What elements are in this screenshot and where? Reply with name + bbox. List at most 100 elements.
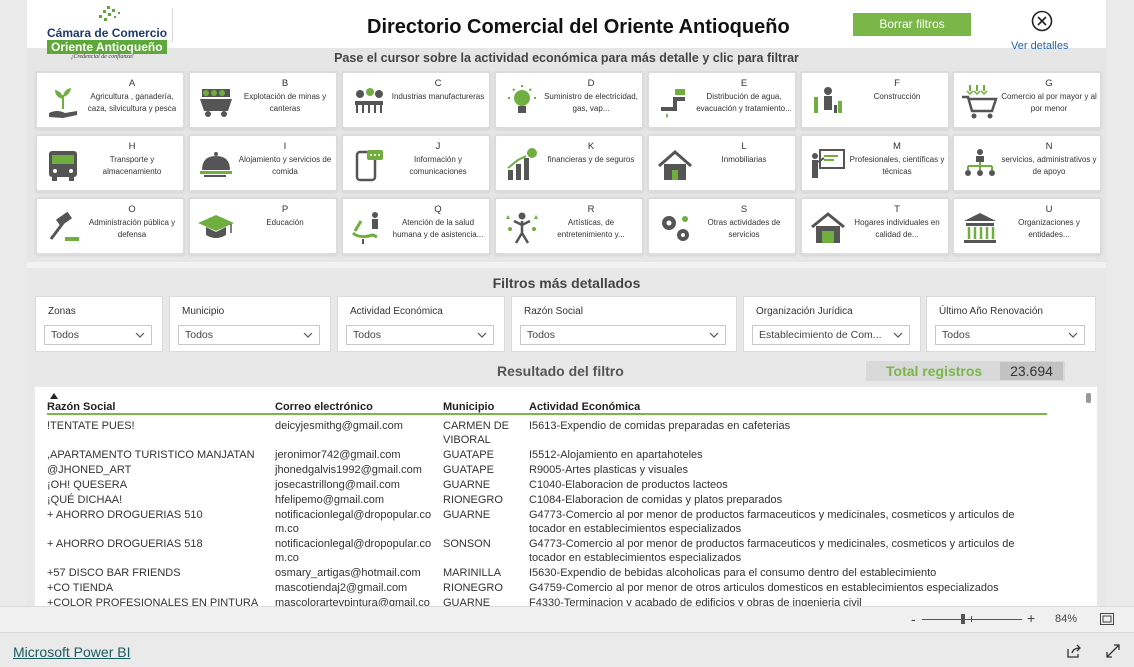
table-row[interactable]: + AHORRO DROGUERIAS 510 notificacionlegal… <box>47 507 1047 536</box>
table-row[interactable]: +57 DISCO BAR FRIENDS osmary_artigas@hotm… <box>47 565 1047 580</box>
cell-correo: notificacionlegal@dropopular.com.co <box>275 538 432 564</box>
plant-hand-icon <box>49 88 77 118</box>
activity-tile-m[interactable]: M Profesionales, científicas y técnicas <box>800 134 950 192</box>
activity-name: Distribución de agua, evacuación y trata… <box>696 92 792 113</box>
filter-organizacion: Organización Jurídica Establecimiento de… <box>743 296 921 352</box>
artist-figure-icon <box>506 212 538 244</box>
activity-tile-k[interactable]: Kfinancieras y de seguros <box>494 134 644 192</box>
activity-tile-f[interactable]: F Construcción <box>800 71 950 129</box>
activity-tile-s[interactable]: S Otras actividades de servicios <box>647 197 797 255</box>
cell-actividad: I5630-Expendio de bebidas alcoholicas pa… <box>529 567 937 579</box>
table-header: Razón Social Correo electrónico Municipi… <box>47 393 1047 415</box>
filter-label: Municipio <box>182 306 225 317</box>
table-row[interactable]: ,APARTAMENTO TURISTICO MANJATAN jeronimor… <box>47 447 1047 462</box>
zoom-slider-tick <box>971 616 972 622</box>
activity-letter: K <box>587 141 595 152</box>
share-icon[interactable] <box>1066 643 1082 659</box>
fullscreen-icon[interactable] <box>1105 643 1121 659</box>
activity-instructions: Pase el cursor sobre la actividad económ… <box>334 51 799 65</box>
activity-tile-h[interactable]: H Transporte y almacenamiento <box>35 134 185 192</box>
table-row[interactable]: @JHONED_ART jhonedgalvis1992@gmail.com GUA… <box>47 462 1047 477</box>
activity-tile-d[interactable]: D Suministro de electricidad, gas, vap... <box>494 71 644 129</box>
filter-renovacion: Último Año Renovación Todos <box>926 296 1096 352</box>
cell-actividad: G4773-Comercio al por menor de productos… <box>529 509 1015 535</box>
cell-razon-social: +CO TIENDA <box>47 582 114 594</box>
activity-tile-c[interactable]: C Industrias manufactureras <box>341 71 491 129</box>
filter-dropdown-razon-social[interactable]: Todos <box>520 325 726 345</box>
activity-tile-j[interactable]: J Información y comunicaciones <box>341 134 491 192</box>
activity-tile-t[interactable]: T Hogares individuales en calidad de... <box>800 197 950 255</box>
close-icon[interactable] <box>1031 10 1053 32</box>
presentation-icon <box>812 149 845 178</box>
column-header-municipio[interactable]: Municipio <box>443 401 523 413</box>
food-cloche-icon <box>200 152 232 177</box>
total-records-value: 23.694 <box>1000 362 1063 380</box>
table-row[interactable]: +COLOR PROFESIONALES EN PINTURA mascolora… <box>47 595 1047 606</box>
activity-tile-u[interactable]: U Organizaciones y entidades... <box>952 197 1102 255</box>
column-header-razon-social[interactable]: Razón Social <box>47 401 272 413</box>
activity-tile-a[interactable]: A Agricultura , ganadería, caza, silvicul… <box>35 71 185 129</box>
activity-tile-l[interactable]: L Inmobiliarias <box>647 134 797 192</box>
cell-razon-social: ¡QUÉ DICHAA! <box>47 494 123 506</box>
powerbi-embed: Cámara de Comercio Oriente Antioqueño ¡C… <box>0 0 1134 667</box>
column-header-correo[interactable]: Correo electrónico <box>275 401 437 413</box>
activity-tile-p[interactable]: P Educación <box>188 197 338 255</box>
powerbi-link[interactable]: Microsoft Power BI <box>13 644 130 660</box>
activity-tile-o[interactable]: O Administración pública y defensa <box>35 197 185 255</box>
filter-dropdown-zonas[interactable]: Todos <box>44 325 152 345</box>
water-tap-icon <box>661 89 685 118</box>
cell-razon-social: +57 DISCO BAR FRIENDS <box>47 567 181 579</box>
zoom-slider[interactable] <box>922 619 1022 620</box>
house-icon <box>658 150 692 180</box>
sort-ascending-icon[interactable] <box>50 393 58 399</box>
activity-tile-b[interactable]: B Explotación de minas y canteras <box>188 71 338 129</box>
household-icon <box>811 212 845 243</box>
activity-letter: S <box>740 204 748 215</box>
chevron-down-icon <box>303 332 313 338</box>
filter-dropdown-municipio[interactable]: Todos <box>178 325 320 345</box>
details-panel: Ver detalles <box>979 0 1106 52</box>
total-records-card: Total registros 23.694 <box>866 361 1065 381</box>
cell-actividad: I5613-Expendio de comidas preparadas en … <box>529 420 791 432</box>
activity-tile-g[interactable]: G Comercio al por mayor y al por menor <box>952 71 1102 129</box>
filter-label: Zonas <box>48 306 76 317</box>
powerbi-footer: Microsoft Power BI <box>0 632 1134 667</box>
activity-tile-r[interactable]: R Artísticas, de entretenimiento y... <box>494 197 644 255</box>
cell-razon-social: + AHORRO DROGUERIAS 510 <box>47 509 203 521</box>
filter-zonas: Zonas Todos <box>35 296 163 352</box>
zoom-in-button[interactable]: + <box>1027 610 1035 626</box>
org-chart-icon <box>965 149 995 176</box>
filter-dropdown-organizacion[interactable]: Establecimiento de Com... <box>752 325 910 345</box>
zoom-slider-thumb[interactable] <box>961 614 965 624</box>
cell-municipio: RIONEGRO <box>443 582 503 594</box>
activity-name: Administración pública y defensa <box>88 218 176 239</box>
column-header-actividad[interactable]: Actividad Económica <box>529 401 1034 413</box>
dentist-chair-icon <box>351 212 378 244</box>
filter-dropdown-actividad[interactable]: Todos <box>346 325 494 345</box>
activity-tile-e[interactable]: E Distribución de agua, evacuación y trat… <box>647 71 797 129</box>
results-table: Razón Social Correo electrónico Municipi… <box>35 387 1097 606</box>
activity-letter: U <box>1045 204 1053 215</box>
table-row[interactable]: ¡QUÉ DICHAA! hfelipemo@gmail.com RIONEGRO C… <box>47 492 1047 507</box>
page-title: Directorio Comercial del Oriente Antioqu… <box>367 16 790 38</box>
graduation-cap-icon <box>198 215 234 238</box>
cell-actividad: C1084-Elaboracion de comidas y platos pr… <box>529 494 783 506</box>
zoom-out-button[interactable]: - <box>911 611 916 627</box>
activity-tile-q[interactable]: Q Atención de la salud humana y de asiste… <box>341 197 491 255</box>
activity-tile-i[interactable]: I Alojamiento y servicios de comida <box>188 134 338 192</box>
table-row[interactable]: +CO TIENDA mascotiendaj2@gmail.com RIONEGR… <box>47 580 1047 595</box>
filter-dropdown-renovacion[interactable]: Todos <box>935 325 1085 345</box>
gears-factory-icon <box>355 88 383 113</box>
table-row[interactable]: ¡OH! QUESERA josecastrillong@mail.com GUAR… <box>47 477 1047 492</box>
logo-text-line1: Cámara de Comercio <box>47 26 168 40</box>
activity-letter: F <box>894 78 900 89</box>
clear-filters-button[interactable]: Borrar filtros <box>853 13 971 36</box>
table-scrollbar[interactable] <box>1086 393 1091 403</box>
cell-razon-social: ¡OH! QUESERA <box>47 479 128 491</box>
table-row[interactable]: + AHORRO DROGUERIAS 518 notificacionlegal… <box>47 536 1047 565</box>
fit-to-page-icon[interactable] <box>1100 613 1114 625</box>
shopping-cart-icon <box>962 85 998 119</box>
activity-tile-n[interactable]: Nservicios, administrativos y de apoyo <box>952 134 1102 192</box>
table-row[interactable]: !TENTATE PUES! deicyjesmithg@gmail.com CAR… <box>47 418 1047 447</box>
bus-icon <box>49 151 77 181</box>
